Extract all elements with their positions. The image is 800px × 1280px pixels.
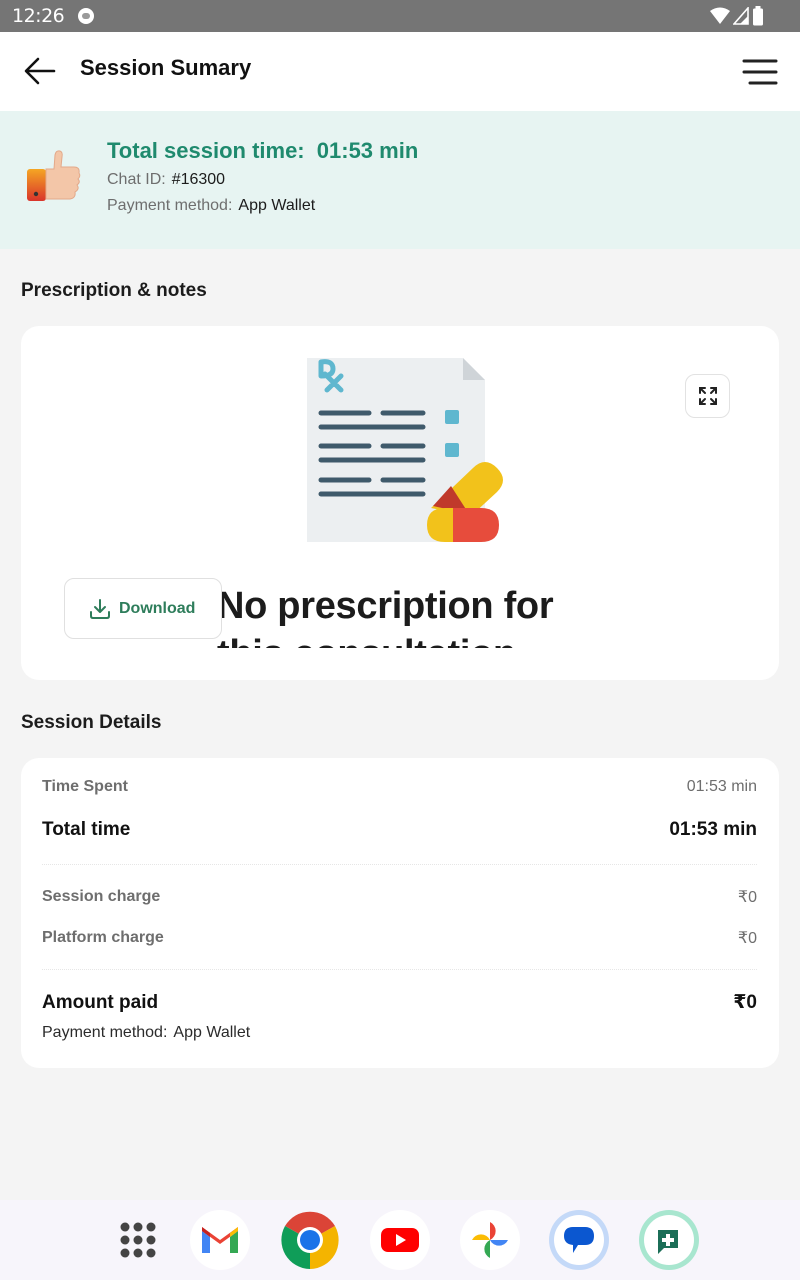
total-time-value: 01:53 min [316,138,419,163]
medical-chat-icon [658,1230,678,1254]
messages-icon [564,1227,594,1253]
total-time-row: Total time 01:53 min [42,819,757,841]
total-time-label: Total time [42,819,131,840]
total-time-value: 01:53 min [669,819,757,840]
menu-button[interactable] [742,58,778,86]
gmail-app[interactable] [190,1210,250,1270]
chat-id-value: #16300 [171,171,226,188]
session-summary-banner: Total session time: 01:53 min Chat ID: #1… [0,111,800,249]
divider [42,864,757,865]
platform-charge-value: ₹0 [737,930,757,947]
session-charge-row: Session charge ₹0 [42,887,757,907]
health-icon-bg [644,1215,694,1265]
app-bar: Session Sumary [0,32,800,111]
payment-method-label: Payment method: [107,197,233,214]
download-icon [90,598,110,619]
no-prescription-message: No prescription for this consultation [217,585,554,648]
signal-icon [733,7,749,25]
back-button[interactable] [22,56,58,86]
amount-paid-row: Amount paid ₹0 [42,991,757,1014]
total-session-time: Total session time: 01:53 min [107,138,418,164]
time-spent-row: Time Spent 01:53 min [42,778,757,796]
battery-icon [753,6,763,26]
prescription-section-title: Prescription & notes [21,280,207,301]
session-charge-value: ₹0 [737,889,757,906]
app-drawer-button[interactable] [108,1210,168,1270]
thumbs-up-icon [27,150,81,201]
payment-method-value: App Wallet [238,197,316,214]
time-spent-label: Time Spent [42,778,128,795]
session-details-card: Time Spent 01:53 min Total time 01:53 mi… [21,758,779,1068]
download-button[interactable]: Download [64,578,222,639]
app-dock [0,1200,800,1280]
chat-id-row: Chat ID: #16300 [107,171,225,189]
status-icons [710,6,764,26]
amount-paid-label: Amount paid [42,991,159,1013]
chrome-icon [281,1211,339,1269]
chat-id-label: Chat ID: [107,171,166,188]
status-time: 12:26 [12,5,65,27]
session-details-title: Session Details [21,712,162,733]
total-time-label: Total session time: [107,138,305,163]
notification-dot-icon [78,8,95,24]
health-app[interactable] [639,1210,699,1270]
hamburger-menu-icon [742,59,778,85]
photos-app[interactable] [460,1210,520,1270]
youtube-icon [381,1228,419,1252]
messages-icon-bg [554,1215,604,1265]
app-grid-icon [120,1222,156,1258]
payment-method-label: Payment method: [42,1024,168,1041]
download-label: Download [119,599,196,617]
amount-paid-value: ₹0 [733,992,757,1013]
payment-method-row: Payment method: App Wallet [107,197,315,215]
payment-method-row: Payment method: App Wallet [42,1024,250,1042]
gmail-icon [202,1227,238,1253]
arrow-left-icon [24,57,56,85]
youtube-app[interactable] [370,1210,430,1270]
status-bar: 12:26 [0,0,800,32]
page-title: Session Sumary [80,55,252,80]
time-spent-value: 01:53 min [686,778,757,795]
prescription-card: No prescription for this consultation Do… [21,326,779,680]
chrome-app[interactable] [280,1210,340,1270]
payment-method-value: App Wallet [173,1024,251,1041]
divider [42,969,757,970]
session-charge-label: Session charge [42,888,161,905]
messages-app[interactable] [549,1210,609,1270]
platform-charge-row: Platform charge ₹0 [42,928,757,948]
wifi-icon [710,7,730,24]
platform-charge-label: Platform charge [42,929,164,946]
photos-icon [472,1222,508,1258]
